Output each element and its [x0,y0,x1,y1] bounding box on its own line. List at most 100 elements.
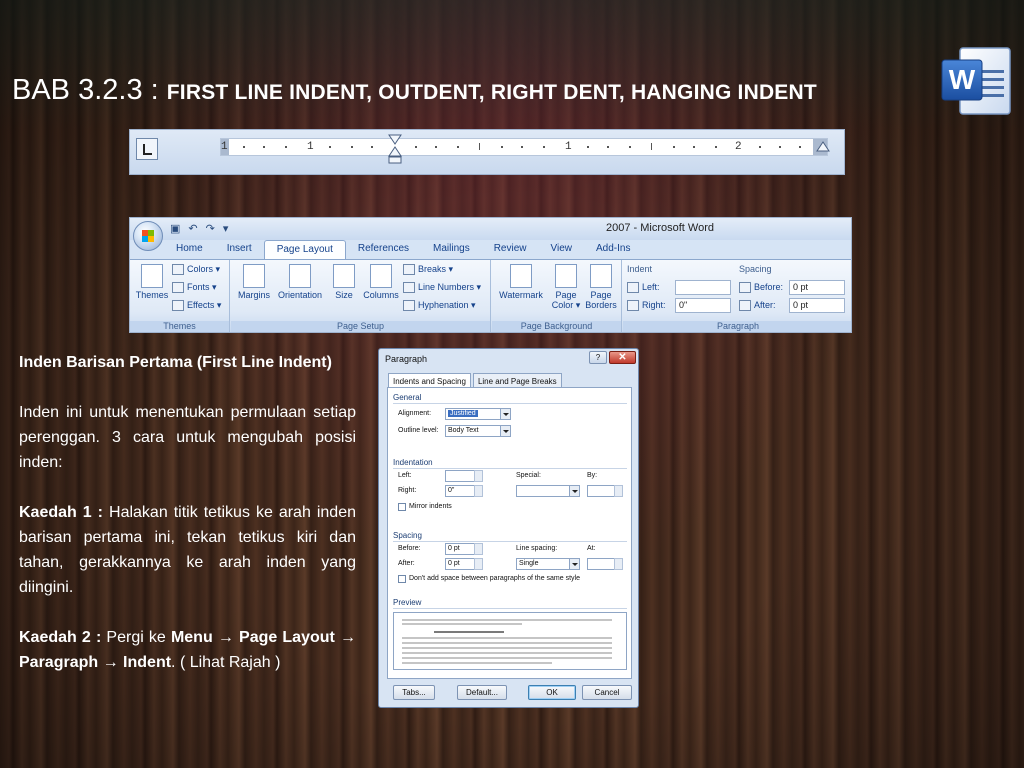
tab-review[interactable]: Review [482,240,539,260]
themes-button[interactable]: Themes [134,264,170,300]
outline-level-select[interactable]: Body Text [445,425,501,437]
tab-add-ins[interactable]: Add-Ins [584,240,642,260]
arrow-icon: → [339,629,356,646]
help-button[interactable]: ? [589,351,607,364]
colors-button[interactable]: Colors ▾ [172,264,220,276]
ruler-tick [285,146,287,148]
tab-home[interactable]: Home [164,240,215,260]
preview-section-label: Preview [393,598,422,607]
cancel-button[interactable]: Cancel [582,685,632,700]
tab-view[interactable]: View [539,240,585,260]
line-spacing-select[interactable]: Single [516,558,570,570]
themes-icon [141,264,163,288]
paragraph-word: Paragraph [19,654,99,671]
columns-button[interactable]: Columns [361,264,401,300]
preview-line [402,647,612,649]
ruler-tick [779,146,781,148]
tab-references[interactable]: References [346,240,421,260]
tabs-button[interactable]: Tabs... [393,685,435,700]
quick-access-toolbar[interactable]: ▣ ↶ ↷ ▾ [170,222,236,235]
page-setup-group: Margins Orientation Size Columns Breaks … [231,260,491,332]
preview-line [402,652,612,654]
line-numbers-icon [403,282,415,294]
spacing-after-field[interactable]: 0 pt [789,298,845,313]
ruler-tick [629,146,631,148]
fonts-button[interactable]: Fonts ▾ [172,282,217,294]
title-main: FIRST LINE INDENT, OUTDENT, RIGHT DENT, … [166,81,817,104]
indent-left-spinner-icon[interactable] [474,470,483,482]
paragraph-group: Indent Spacing Left: Right: 0" Before: 0… [623,260,851,332]
ok-button[interactable]: OK [528,685,576,700]
indent-left-label: Left: [398,472,412,479]
size-button[interactable]: Size [329,264,359,300]
alignment-dropdown-icon[interactable] [500,408,511,420]
by-spinner-icon[interactable] [614,485,623,497]
special-select[interactable] [516,485,570,497]
alignment-select[interactable]: Justified [445,408,501,420]
ruler-tick [673,146,675,148]
margins-button[interactable]: Margins [235,264,273,300]
at-input[interactable] [587,558,615,570]
tab-page-layout[interactable]: Page Layout [263,240,346,260]
at-spinner-icon[interactable] [614,558,623,570]
by-input[interactable] [587,485,615,497]
method-2-label: Kaedah 2 : [19,629,102,646]
tab-insert[interactable]: Insert [215,240,264,260]
spacing-before-field[interactable]: 0 pt [789,280,845,295]
breaks-button[interactable]: Breaks ▾ [403,264,453,276]
watermark-button[interactable]: Watermark [496,264,546,300]
preview-line [402,623,522,625]
page-color-button[interactable]: Page Color ▾ [550,264,582,311]
indent-left-field[interactable] [675,280,731,295]
dont-add-space-label: Don't add space between paragraphs of th… [409,575,580,582]
indent-left-label: Left: [627,282,660,294]
window-title: 2007 - Microsoft Word [606,222,715,234]
preview-line [402,619,612,621]
ruler-tick [501,146,503,148]
effects-button[interactable]: Effects ▾ [172,300,221,312]
orientation-button[interactable]: Orientation [275,264,325,300]
spacing-before-spinner-icon[interactable] [474,543,483,555]
spacing-before-input[interactable]: 0 pt [445,543,475,555]
tab-indents-and-spacing[interactable]: Indents and Spacing [388,373,471,387]
line-spacing-dropdown-icon[interactable] [569,558,580,570]
tab-mailings[interactable]: Mailings [421,240,482,260]
fonts-icon [172,282,184,294]
page-setup-group-label: Page Setup [231,321,490,332]
tab-line-and-page-breaks[interactable]: Line and Page Breaks [472,373,562,387]
tab-selector-button[interactable] [136,138,158,160]
spacing-before-icon [739,282,751,294]
indent-right-input[interactable]: 0" [445,485,475,497]
paragraph-dialog: Paragraph ? ✕ Indents and Spacing Line a… [378,348,639,708]
right-indent-marker-icon[interactable] [816,140,830,154]
indent-left-input[interactable] [445,470,475,482]
ruler-halftick [479,143,480,150]
indent-right-label: Right: [398,487,417,494]
indent-title: Indent [627,264,653,274]
outline-level-dropdown-icon[interactable] [500,425,511,437]
special-dropdown-icon[interactable] [569,485,580,497]
office-button[interactable] [133,221,163,251]
spacing-title: Spacing [739,264,772,274]
indent-right-spinner-icon[interactable] [474,485,483,497]
ruler-number: 2 [735,141,742,153]
hyphenation-button[interactable]: Hyphenation ▾ [403,300,476,312]
first-line-indent-marker-icon[interactable] [387,134,403,166]
close-button[interactable]: ✕ [609,351,636,364]
special-label: Special: [516,472,541,479]
horizontal-ruler[interactable]: 1 1 1 2 [220,138,828,156]
dont-add-space-checkbox[interactable] [398,575,406,583]
method-2-paragraph: Kaedah 2 : Pergi ke Menu → Page Layout →… [19,629,356,671]
page-borders-button[interactable]: Page Borders [584,264,618,310]
svg-text:W: W [949,64,976,95]
intro-paragraph: Inden ini untuk menentukan permulaan set… [19,404,356,471]
spacing-after-input[interactable]: 0 pt [445,558,475,570]
line-numbers-button[interactable]: Line Numbers ▾ [403,282,481,294]
indent-right-field[interactable]: 0" [675,298,731,313]
word-logo-icon: W [938,44,1016,122]
mirror-indents-checkbox[interactable] [398,503,406,511]
page-color-icon [555,264,577,288]
default-button[interactable]: Default... [457,685,507,700]
page-layout-word: Page Layout [239,629,335,646]
spacing-after-spinner-icon[interactable] [474,558,483,570]
